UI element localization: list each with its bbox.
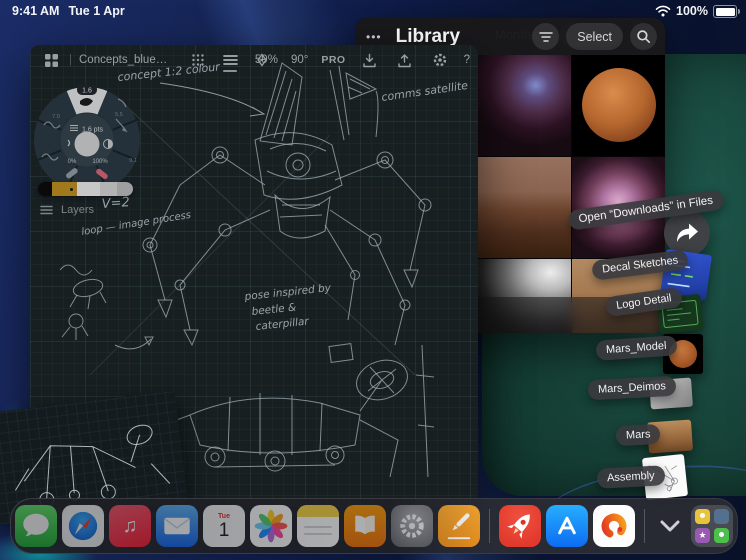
- annotation-pose-2: beetle &: [251, 301, 297, 318]
- app-library-tile-yellow: [695, 509, 710, 524]
- filter-button[interactable]: [532, 23, 560, 50]
- forward-arrow-icon: [677, 223, 698, 242]
- mail-icon: [164, 517, 190, 535]
- annotation-pose-1: pose inspired by: [243, 282, 332, 303]
- battery-percent: 100%: [676, 4, 708, 18]
- import-button[interactable]: [359, 49, 381, 71]
- swatch-lightgray[interactable]: [100, 182, 117, 196]
- help-button[interactable]: ?: [464, 54, 470, 66]
- battery-icon: [713, 5, 740, 18]
- pen-app-icon: [447, 513, 471, 540]
- rotation-value[interactable]: 90°: [291, 54, 308, 66]
- app-library-tile-purple: ★: [695, 528, 710, 543]
- dock-icon-messages[interactable]: [15, 505, 57, 547]
- ipad-screen: 9:41 AM Tue 1 Apr 100% Months All: [0, 0, 746, 560]
- filter-lines-icon: [539, 31, 553, 42]
- precision-button[interactable]: [187, 49, 209, 71]
- dock-icon-sketch-pen-app[interactable]: [438, 505, 480, 547]
- brush-tool-wheel[interactable]: 1.6 7.0 5.5 6.9 9.1 1.6 pts: [32, 85, 142, 195]
- gallery-button[interactable]: [40, 49, 62, 71]
- selected-swatch-dot: [70, 187, 73, 191]
- safari-icon: [68, 511, 98, 541]
- dock-icon-app-store[interactable]: [546, 505, 588, 547]
- hamburger-icon: [222, 55, 238, 65]
- svg-text:7.0: 7.0: [52, 114, 60, 120]
- messages-icon: [23, 513, 49, 537]
- dock-icon-app-library[interactable]: ★: [691, 505, 733, 547]
- zoom-level[interactable]: 59%: [255, 54, 278, 66]
- app-library-tile-blue: [714, 509, 729, 524]
- dock-collapse-button[interactable]: [654, 505, 686, 547]
- menu-button-active[interactable]: [219, 49, 241, 72]
- settings-button[interactable]: [429, 49, 451, 71]
- select-button[interactable]: Select: [566, 23, 623, 50]
- dock-icon-safari[interactable]: [62, 505, 104, 547]
- dock: ♫ Tue 1 ★: [10, 498, 738, 554]
- color-palette-bar[interactable]: [38, 182, 133, 196]
- gear-icon: [433, 53, 446, 67]
- photo-horsehead-nebula[interactable]: [478, 55, 571, 156]
- layers-menu-icon: [40, 205, 53, 215]
- annotation-v2: V=2: [101, 195, 130, 212]
- dock-divider: [644, 509, 645, 543]
- photo-mars-globe[interactable]: [572, 55, 665, 156]
- opacity-max-label: 100%: [92, 159, 108, 165]
- pro-badge[interactable]: PRO: [321, 54, 345, 66]
- app-store-icon: [558, 516, 576, 535]
- calendar-day: 1: [218, 520, 230, 541]
- dock-icon-music[interactable]: ♫: [109, 505, 151, 547]
- dock-icon-calendar[interactable]: Tue 1: [203, 505, 245, 547]
- music-note-icon: ♫: [122, 514, 138, 537]
- app-grid-icon: [44, 53, 58, 67]
- status-bar: 9:41 AM Tue 1 Apr 100%: [0, 0, 746, 22]
- app-library-tile-green: [714, 528, 729, 543]
- dock-icon-notes[interactable]: [297, 505, 339, 547]
- wifi-icon: [655, 5, 671, 17]
- color-preview[interactable]: [74, 131, 100, 157]
- svg-text:9.1: 9.1: [129, 158, 137, 164]
- drag-label-assembly: Assembly: [596, 465, 666, 489]
- opacity-min-label: 0%: [68, 159, 77, 165]
- concepts-toolbar: | Concepts_blue… 59% 90° PRO ?: [30, 45, 478, 75]
- photos-flower-icon: [254, 509, 288, 543]
- window-options-icon[interactable]: •••: [366, 30, 382, 44]
- dock-icon-concepts[interactable]: [593, 505, 635, 547]
- dock-icon-photos[interactable]: [250, 505, 292, 547]
- annotation-loop: loop — image process: [81, 210, 192, 238]
- export-icon: [398, 53, 411, 67]
- swatch-white-selected[interactable]: [77, 182, 100, 196]
- nine-dots-icon: [192, 54, 204, 66]
- annotation-comms-satellite: comms satellite: [381, 79, 469, 104]
- dock-icon-settings[interactable]: [391, 505, 433, 547]
- concepts-c-icon: [601, 513, 627, 539]
- photo-mars-hills[interactable]: [478, 157, 571, 258]
- books-icon: [355, 515, 375, 535]
- brush-size-badge: 1.6: [82, 88, 92, 95]
- dock-divider: [489, 509, 490, 543]
- status-time: 9:41 AM: [12, 4, 60, 18]
- dock-icon-books[interactable]: [344, 505, 386, 547]
- document-title[interactable]: Concepts_blue…: [79, 54, 167, 66]
- rocket-icon: [507, 514, 530, 539]
- drag-label-mars: Mars: [615, 423, 661, 447]
- search-button[interactable]: [630, 23, 657, 50]
- chevron-down-icon: [660, 520, 680, 532]
- settings-gear-icon: [400, 514, 424, 538]
- status-date: Tue 1 Apr: [68, 4, 125, 18]
- search-icon: [637, 30, 651, 44]
- import-icon: [363, 53, 376, 67]
- dock-icon-mail[interactable]: [156, 505, 198, 547]
- export-button[interactable]: [394, 49, 416, 71]
- swatch-black[interactable]: [38, 182, 52, 196]
- svg-text:5.5: 5.5: [115, 112, 123, 118]
- dock-icon-rocket-app[interactable]: [499, 505, 541, 547]
- annotation-pose-3: caterpillar: [255, 315, 310, 333]
- swatch-gray[interactable]: [117, 182, 133, 196]
- layers-button[interactable]: Layers: [40, 204, 94, 216]
- swatch-gold[interactable]: [52, 182, 77, 196]
